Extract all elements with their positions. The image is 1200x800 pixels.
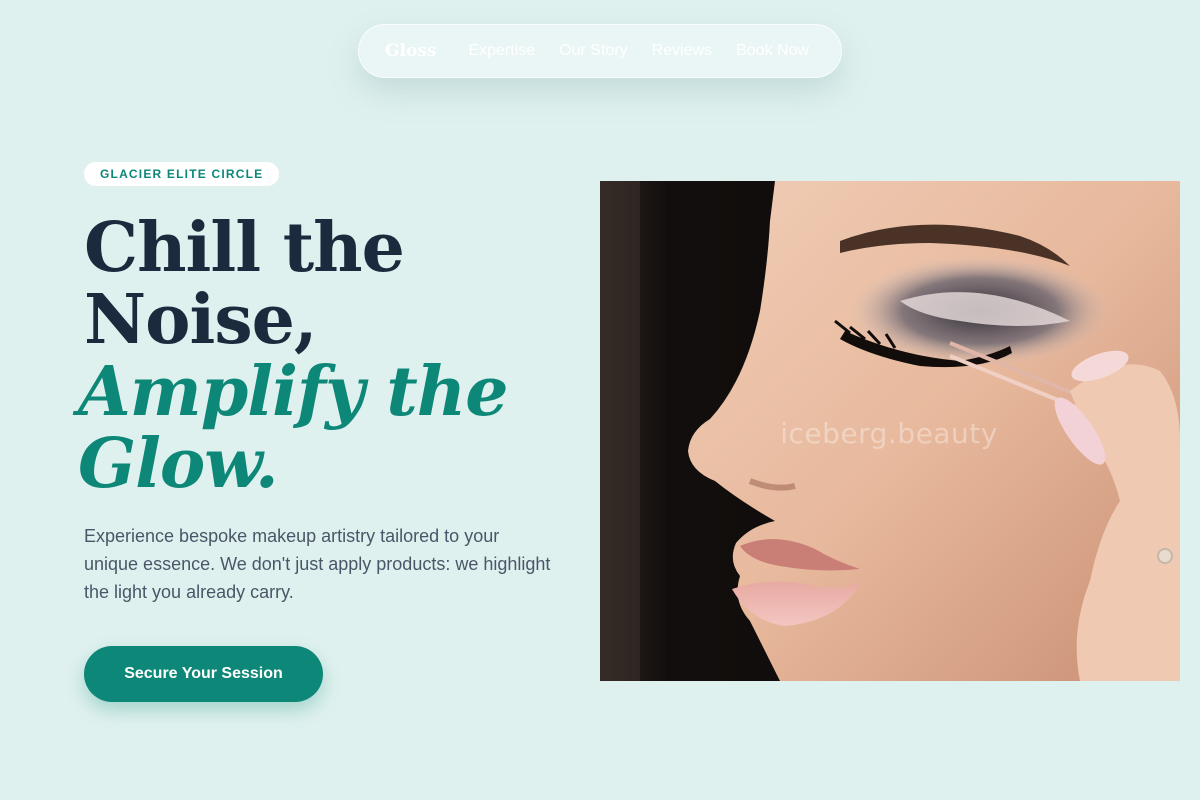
image-watermark: iceberg.beauty — [780, 417, 998, 450]
nav-link-expertise[interactable]: Expertise — [468, 42, 535, 60]
headline-accent-line-2: Glow. — [78, 424, 279, 504]
hero-headline: Chill the Noise, Amplify the Glow. — [78, 208, 554, 500]
top-nav: Gloss Expertise Our Story Reviews Book N… — [358, 24, 842, 78]
nav-link-book-now[interactable]: Book Now — [736, 42, 809, 60]
membership-badge: GLACIER ELITE CIRCLE — [84, 162, 280, 186]
headline-line-1: Chill the — [84, 208, 405, 288]
nav-link-reviews[interactable]: Reviews — [652, 42, 712, 60]
headline-line-2: Noise, — [84, 280, 318, 360]
nav-link-our-story[interactable]: Our Story — [559, 42, 627, 60]
hero-description: Experience bespoke makeup artistry tailo… — [84, 526, 551, 602]
secure-session-button[interactable]: Secure Your Session — [84, 646, 323, 702]
headline-accent-line-1: Amplify the — [78, 352, 508, 432]
hero-image: iceberg.beauty — [600, 181, 1180, 681]
brand-logo[interactable]: Gloss — [385, 41, 436, 61]
